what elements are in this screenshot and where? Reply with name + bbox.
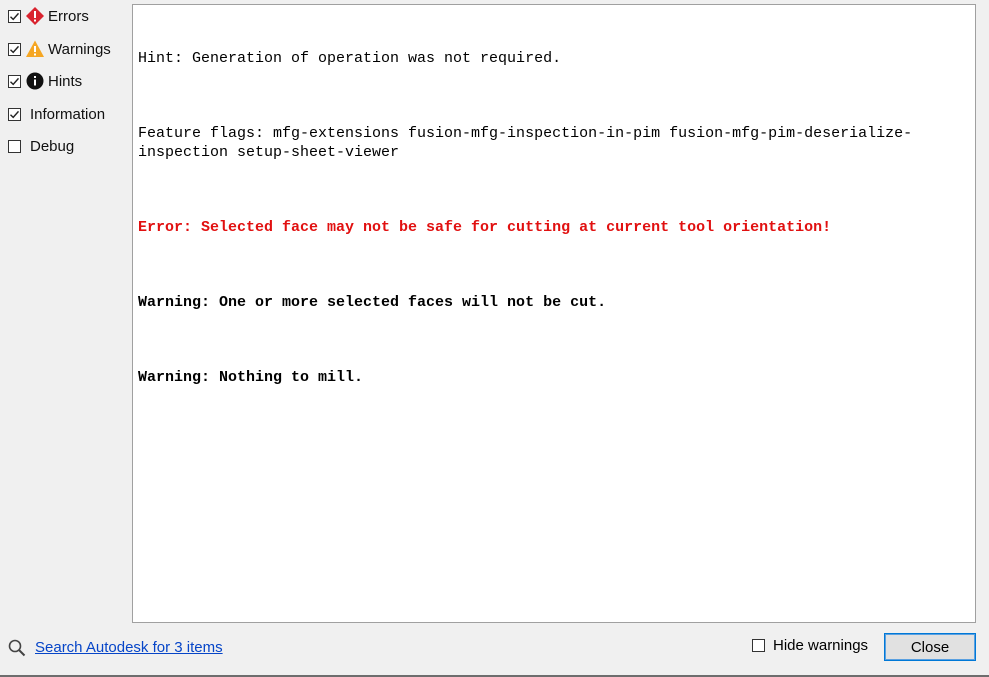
search-autodesk-link[interactable]: Search Autodesk for 3 items <box>35 639 223 656</box>
message-log[interactable]: Hint: Generation of operation was not re… <box>132 4 976 623</box>
filter-information[interactable]: Information <box>8 103 105 125</box>
log-line-feature-flags: Feature flags: mfg-extensions fusion-mfg… <box>138 125 913 161</box>
close-button[interactable]: Close <box>884 633 976 661</box>
dialog-footer: Search Autodesk for 3 items Hide warning… <box>0 623 989 677</box>
filter-debug[interactable]: Debug <box>8 135 74 157</box>
log-line-warning: Warning: One or more selected faces will… <box>138 294 607 311</box>
filter-warnings[interactable]: Warnings <box>8 38 111 60</box>
checkmark-icon <box>10 77 20 85</box>
log-line-error: Error: Selected face may not be safe for… <box>138 219 832 236</box>
filter-label: Warnings <box>48 40 111 58</box>
hints-checkbox[interactable] <box>8 74 21 88</box>
checkmark-icon <box>10 45 20 53</box>
hide-warnings-label: Hide warnings <box>773 637 869 654</box>
information-checkbox[interactable] <box>8 107 21 121</box>
filter-label: Hints <box>48 72 83 90</box>
error-diamond-icon <box>25 6 45 26</box>
checkmark-icon <box>10 12 20 20</box>
hide-warnings-toggle[interactable]: Hide warnings <box>752 637 868 654</box>
filter-label: Information <box>30 105 106 123</box>
filter-errors[interactable]: Errors <box>8 5 89 27</box>
hide-warnings-checkbox[interactable] <box>752 639 765 652</box>
message-filter-panel: Errors Warnings Hints Information Debug <box>0 0 132 623</box>
debug-checkbox[interactable] <box>8 139 21 153</box>
filter-hints[interactable]: Hints <box>8 70 82 92</box>
log-line-warning: Warning: Nothing to mill. <box>138 369 364 386</box>
errors-checkbox[interactable] <box>8 9 21 23</box>
filter-label: Debug <box>30 137 75 155</box>
warnings-checkbox[interactable] <box>8 42 21 56</box>
warning-triangle-icon <box>25 39 45 59</box>
info-circle-icon <box>25 71 45 91</box>
checkmark-icon <box>10 110 20 118</box>
log-line-hint: Hint: Generation of operation was not re… <box>138 50 562 67</box>
search-icon <box>7 638 27 658</box>
filter-label: Errors <box>48 7 89 25</box>
